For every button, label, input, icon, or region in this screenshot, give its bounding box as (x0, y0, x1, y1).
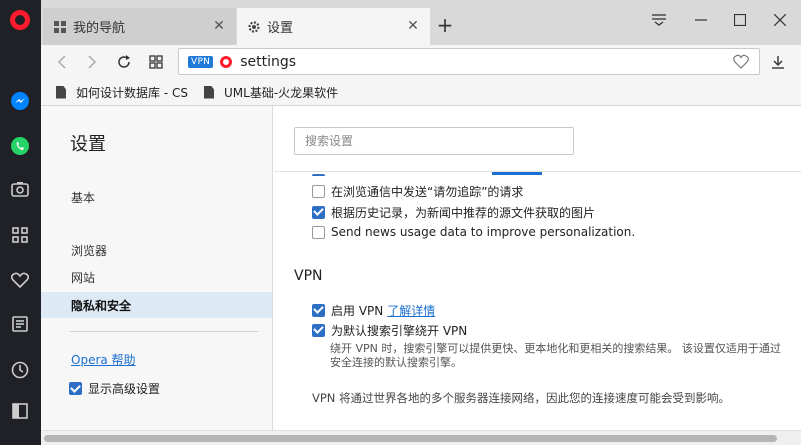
news-usage-checkbox[interactable] (312, 225, 325, 239)
tab-label: 设置 (267, 21, 294, 36)
messenger-icon[interactable] (9, 90, 31, 112)
vpn-speed-note: VPN 将通过世界各地的多个服务器连接网络，因此您的连接速度可能会受到影响。 (312, 391, 731, 405)
vpn-section-heading: VPN (294, 268, 323, 284)
advanced-settings-checkbox[interactable] (69, 382, 82, 395)
vpn-bypass-row[interactable]: 为默认搜索引擎绕开 VPN (312, 321, 467, 339)
settings-search-bar (274, 106, 801, 172)
settings-sidebar: 设置 基本 浏览器 网站 隐私和安全 Opera 帮助 显示高级设置 (41, 106, 273, 430)
scrollbar-thumb[interactable] (44, 435, 777, 442)
bookmark-heart-icon[interactable] (733, 54, 749, 70)
vpn-learn-more-link[interactable]: 了解详情 (387, 302, 435, 319)
opera-page-icon (220, 55, 233, 68)
sidebar-item-browser[interactable]: 浏览器 (41, 237, 272, 263)
bookmark-label: 如何设计数据库 - CS (76, 85, 188, 100)
back-button[interactable] (51, 51, 73, 73)
opera-help-link[interactable]: Opera 帮助 (71, 351, 136, 368)
maximize-button[interactable] (730, 10, 750, 30)
news-images-checkbox[interactable] (312, 205, 325, 219)
sidebar-item-basic[interactable]: 基本 (41, 184, 272, 210)
vpn-badge[interactable]: VPN (188, 55, 214, 68)
do-not-track-checkbox[interactable] (312, 184, 325, 198)
bookmark-label: UML基础-火龙果软件 (224, 85, 339, 100)
forward-button[interactable] (81, 51, 103, 73)
opera-menu-icon[interactable] (10, 10, 30, 30)
reload-button[interactable] (113, 51, 135, 73)
tab-menu-icon[interactable] (649, 10, 669, 30)
sidebar-item-label: 基本 (71, 190, 96, 205)
opera-sidebar-rail (0, 0, 41, 445)
tabs-overview-icon[interactable] (145, 51, 167, 73)
tab-strip: 我的导航 ✕ 设置 ✕ + (41, 0, 801, 45)
vpn-enable-row[interactable]: 启用 VPN 了解详情 (312, 301, 435, 319)
tab-my-navigation[interactable]: 我的导航 ✕ (43, 8, 236, 45)
close-icon[interactable]: ✕ (406, 18, 420, 34)
address-bar[interactable]: VPN settings (178, 48, 760, 75)
tab-settings[interactable]: 设置 ✕ (237, 8, 430, 45)
news-usage-label: Send news usage data to improve personal… (331, 225, 636, 239)
do-not-track-label: 在浏览通信中发送“请勿追踪”的请求 (331, 184, 524, 199)
bookmark-item[interactable]: UML基础-火龙果软件 (204, 84, 339, 100)
vpn-bypass-description: 绕开 VPN 时，搜索引擎可以提供更快、更本地化和更相关的搜索结果。 该设置仅适… (330, 342, 781, 369)
document-icon (56, 85, 66, 99)
heart-icon[interactable] (9, 269, 31, 291)
horizontal-scrollbar[interactable] (41, 430, 801, 445)
settings-content: 在浏览通信中发送“请勿追踪”的请求 根据历史记录，为新闻中推荐的源文件获取的图片… (274, 106, 801, 430)
bookmarks-bar: 如何设计数据库 - CS UML基础-火龙果软件 (41, 78, 801, 106)
sidebar-divider (70, 331, 258, 332)
advanced-settings-label: 显示高级设置 (88, 382, 161, 396)
news-icon[interactable] (9, 313, 31, 335)
sidebar-toggle-icon[interactable] (9, 400, 31, 422)
sidebar-item-websites[interactable]: 网站 (41, 264, 272, 290)
camera-icon[interactable] (9, 178, 31, 200)
document-icon (204, 85, 214, 99)
address-text[interactable]: settings (240, 54, 296, 70)
browser-window: 我的导航 ✕ 设置 ✕ + VPN settings 如何设计数据库 - CS … (0, 0, 801, 445)
checkbox[interactable] (312, 173, 325, 176)
news-images-label: 根据历史记录，为新闻中推荐的源文件获取的图片 (331, 205, 596, 220)
minimize-button[interactable] (691, 10, 711, 30)
settings-search-input[interactable] (294, 127, 574, 155)
news-usage-row[interactable]: Send news usage data to improve personal… (312, 223, 635, 241)
show-advanced-settings[interactable]: 显示高级设置 (69, 380, 160, 397)
bookmark-item[interactable]: 如何设计数据库 - CS (56, 84, 191, 100)
vpn-bypass-label: 为默认搜索引擎绕开 VPN (331, 323, 468, 338)
tab-label: 我的导航 (73, 21, 126, 36)
sidebar-item-privacy-security[interactable]: 隐私和安全 (41, 292, 272, 318)
vpn-enable-label: 启用 VPN (331, 303, 384, 318)
gear-icon (247, 20, 261, 34)
whatsapp-icon[interactable] (9, 135, 31, 157)
vpn-bypass-checkbox[interactable] (312, 323, 325, 337)
vpn-enable-checkbox[interactable] (312, 303, 325, 317)
window-close-button[interactable] (770, 10, 790, 30)
sidebar-item-label: 隐私和安全 (71, 298, 132, 313)
settings-title: 设置 (70, 134, 106, 155)
news-images-row[interactable]: 根据历史记录，为新闻中推荐的源文件获取的图片 (312, 203, 595, 221)
partially-hidden-link (492, 172, 542, 175)
close-icon[interactable]: ✕ (212, 18, 226, 34)
speed-dial-icon[interactable] (9, 224, 31, 246)
navigation-toolbar: VPN settings (41, 45, 801, 78)
history-icon[interactable] (9, 359, 31, 381)
sidebar-item-label: 网站 (71, 270, 96, 285)
download-icon[interactable] (767, 51, 789, 73)
do-not-track-row[interactable]: 在浏览通信中发送“请勿追踪”的请求 (312, 182, 523, 200)
sidebar-item-label: 浏览器 (71, 243, 108, 258)
grid-icon (53, 20, 67, 34)
new-tab-button[interactable]: + (435, 15, 455, 36)
